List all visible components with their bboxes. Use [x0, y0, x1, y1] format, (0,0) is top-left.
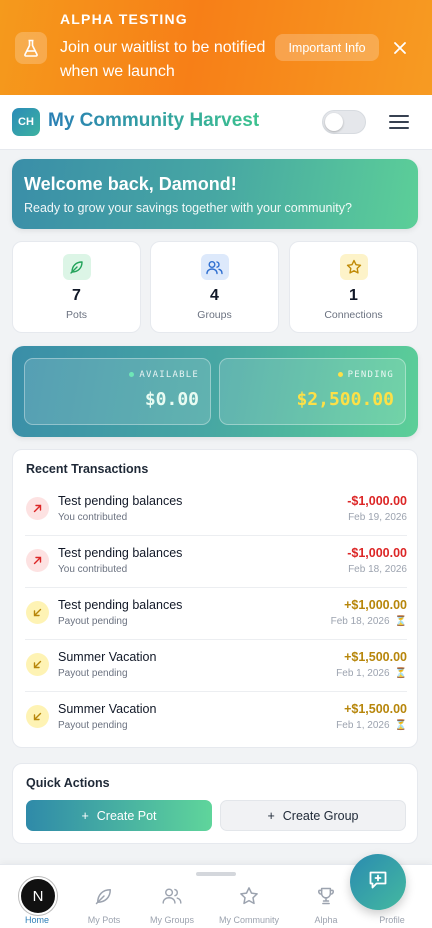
transaction-subtitle: You contributed [58, 564, 128, 575]
users-icon [137, 885, 207, 907]
transaction-amount: +$1,000.00 [344, 598, 407, 612]
available-balance[interactable]: AVAILABLE $0.00 [24, 358, 211, 425]
arrow-up-right-icon [26, 497, 49, 520]
transaction-date: Feb 18, 2026 [330, 616, 390, 627]
transaction-row[interactable]: Test pending balances You contributed -$… [25, 536, 407, 588]
stat-value: 1 [349, 287, 358, 304]
transaction-title: Test pending balances [58, 494, 183, 508]
transaction-title: Summer Vacation [58, 702, 157, 716]
pending-balance[interactable]: PENDING $2,500.00 [219, 358, 406, 425]
stat-label: Groups [197, 309, 232, 321]
transaction-subtitle: Payout pending [58, 616, 128, 627]
transaction-row[interactable]: Summer Vacation Payout pending +$1,500.0… [25, 640, 407, 692]
transaction-subtitle: You contributed [58, 512, 128, 523]
transaction-row[interactable]: Test pending balances Payout pending +$1… [25, 588, 407, 640]
arrow-up-right-icon [26, 549, 49, 572]
dev-badge[interactable]: N [19, 877, 57, 915]
nav-label: My Community [218, 915, 279, 925]
nav-item-my-community[interactable]: My Community [214, 885, 284, 925]
nav-label: Alpha [314, 915, 338, 925]
hourglass-icon: ⏳ [394, 616, 407, 627]
banner-message: Join our waitlist to be notified when we… [60, 39, 266, 80]
create-pot-button[interactable]: + Create Pot [26, 800, 212, 831]
welcome-title: Welcome back, Damond! [24, 174, 237, 194]
available-amount: $0.00 [144, 389, 199, 410]
transaction-amount: +$1,500.00 [344, 702, 407, 716]
plus-icon: + [267, 808, 275, 823]
hamburger-menu-icon[interactable] [389, 113, 409, 131]
hourglass-icon: ⏳ [394, 720, 407, 731]
transaction-amount: -$1,000.00 [347, 494, 407, 508]
transaction-date: Feb 19, 2026 [348, 512, 407, 523]
transaction-title: Test pending balances [58, 598, 183, 612]
transaction-amount: -$1,000.00 [347, 546, 407, 560]
available-dot [129, 372, 135, 377]
section-title: Quick Actions [26, 776, 110, 790]
app-header: CH My Community Harvest [0, 95, 432, 150]
transaction-date: Feb 18, 2026 [348, 564, 407, 575]
stat-card-pots[interactable]: 7 Pots [12, 241, 141, 333]
transaction-title: Test pending balances [58, 546, 183, 560]
nav-label: Home [24, 915, 49, 925]
transaction-row[interactable]: Test pending balances You contributed -$… [25, 484, 407, 536]
nav-item-my-pots[interactable]: My Pots [69, 885, 139, 925]
alpha-banner: ALPHA TESTING Join our waitlist to be no… [0, 0, 432, 95]
arrow-down-left-icon [26, 601, 49, 624]
transaction-subtitle: Payout pending [58, 720, 128, 731]
new-message-fab[interactable] [350, 854, 406, 910]
stat-label: Connections [324, 309, 383, 321]
brand-title[interactable]: My Community Harvest [48, 110, 259, 132]
nav-label: My Pots [87, 915, 121, 925]
welcome-subtitle: Ready to grow your savings together with… [24, 201, 352, 215]
recent-transactions: Recent Transactions Test pending balance… [12, 449, 418, 748]
message-plus-icon [367, 869, 389, 896]
create-pot-label: Create Pot [96, 808, 157, 823]
leaf-icon [69, 885, 139, 907]
stat-label: Pots [65, 309, 87, 321]
app-logo[interactable]: CH [12, 108, 40, 136]
users-icon [200, 254, 229, 280]
arrow-down-left-icon [26, 653, 49, 676]
star-icon [214, 885, 284, 907]
transaction-title: Summer Vacation [58, 650, 157, 664]
stat-value: 4 [210, 287, 219, 304]
stat-card-connections[interactable]: 1 Connections [289, 241, 418, 333]
arrow-down-left-icon [26, 705, 49, 728]
nav-item-my-groups[interactable]: My Groups [137, 885, 207, 925]
section-title: Recent Transactions [26, 462, 149, 476]
theme-toggle[interactable] [322, 110, 366, 134]
leaf-icon [62, 254, 91, 280]
nav-label: My Groups [149, 915, 194, 925]
plus-icon: + [81, 808, 89, 823]
close-icon[interactable] [390, 38, 410, 58]
banner-tag: ALPHA TESTING [60, 11, 188, 27]
balance-card: AVAILABLE $0.00 PENDING $2,500.00 [12, 346, 418, 437]
create-group-button[interactable]: + Create Group [220, 800, 406, 831]
transaction-date: Feb 1, 2026 [336, 668, 390, 679]
transaction-subtitle: Payout pending [58, 668, 128, 679]
welcome-card: Welcome back, Damond! Ready to grow your… [12, 159, 418, 229]
nav-label: Profile [379, 915, 405, 925]
flask-icon [15, 32, 47, 64]
transaction-row[interactable]: Summer Vacation Payout pending +$1,500.0… [25, 692, 407, 744]
important-info-button[interactable]: Important Info [275, 34, 379, 61]
hourglass-icon: ⏳ [394, 668, 407, 679]
drag-handle[interactable] [196, 872, 236, 876]
transaction-amount: +$1,500.00 [344, 650, 407, 664]
stat-value: 7 [72, 287, 81, 304]
pending-amount: $2,500.00 [296, 389, 394, 410]
available-label: AVAILABLE [139, 370, 199, 380]
pending-dot [337, 372, 343, 377]
create-group-label: Create Group [282, 808, 359, 823]
transaction-date: Feb 1, 2026 [336, 720, 390, 731]
app-screen: ALPHA TESTING Join our waitlist to be no… [0, 0, 432, 928]
pending-label: PENDING [347, 370, 394, 380]
stat-card-groups[interactable]: 4 Groups [150, 241, 279, 333]
star-icon [339, 254, 368, 280]
quick-actions: Quick Actions + Create Pot + Create Grou… [12, 763, 418, 844]
